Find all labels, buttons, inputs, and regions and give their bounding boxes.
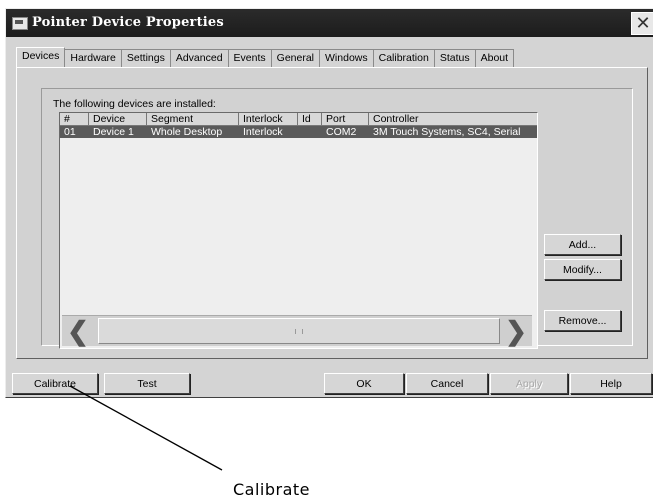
callout-leader-line <box>69 385 223 471</box>
callout-label: Calibrate <box>233 480 311 499</box>
